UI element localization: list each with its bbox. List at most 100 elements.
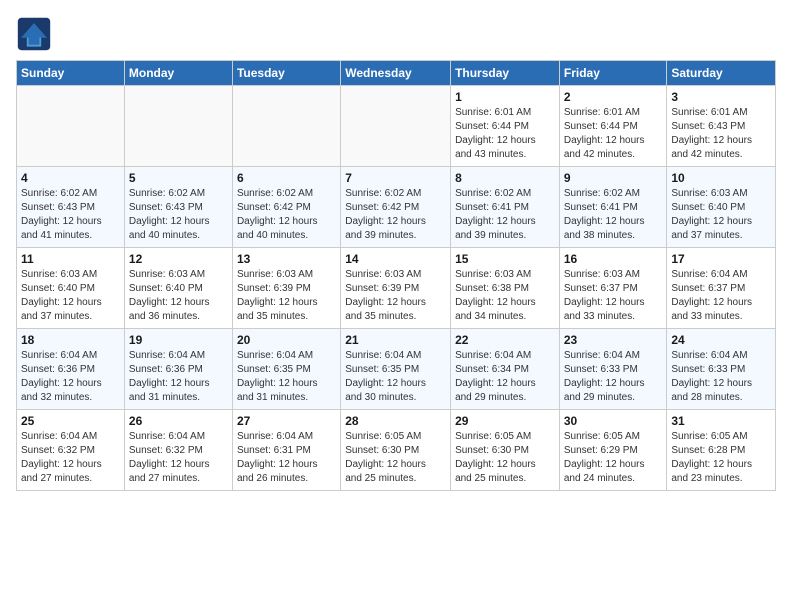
calendar-week-5: 25 Sunrise: 6:04 AM Sunset: 6:32 PM Dayli… <box>17 410 776 491</box>
calendar-cell: 2 Sunrise: 6:01 AM Sunset: 6:44 PM Daylig… <box>559 86 667 167</box>
calendar-cell: 9Sunrise: 6:02 AM Sunset: 6:41 PM Daylig… <box>559 167 667 248</box>
day-info: Sunrise: 6:05 AM Sunset: 6:30 PM Dayligh… <box>455 430 555 486</box>
day-info: Sunrise: 6:03 AM Sunset: 6:40 PM Dayligh… <box>129 268 228 324</box>
calendar-cell <box>341 86 451 167</box>
day-info: Sunrise: 6:01 AM Sunset: 6:44 PM Dayligh… <box>564 106 663 162</box>
calendar-cell: 16 Sunrise: 6:03 AM Sunset: 6:37 PM Dayli… <box>559 248 667 329</box>
day-number: 10 <box>671 171 771 185</box>
day-number: 20 <box>237 333 336 347</box>
calendar-header-row: SundayMondayTuesdayWednesdayThursdayFrid… <box>17 61 776 86</box>
calendar-cell: 25 Sunrise: 6:04 AM Sunset: 6:32 PM Dayli… <box>17 410 125 491</box>
day-number: 27 <box>237 414 336 428</box>
day-number: 3 <box>671 90 771 104</box>
calendar-cell: 13Sunrise: 6:03 AM Sunset: 6:39 PM Dayli… <box>232 248 340 329</box>
day-info: Sunrise: 6:03 AM Sunset: 6:39 PM Dayligh… <box>345 268 446 324</box>
day-info: Sunrise: 6:05 AM Sunset: 6:30 PM Dayligh… <box>345 430 446 486</box>
day-number: 26 <box>129 414 228 428</box>
day-info: Sunrise: 6:03 AM Sunset: 6:37 PM Dayligh… <box>564 268 663 324</box>
day-info: Sunrise: 6:03 AM Sunset: 6:40 PM Dayligh… <box>671 187 771 243</box>
calendar-cell: 11 Sunrise: 6:03 AM Sunset: 6:40 PM Dayli… <box>17 248 125 329</box>
day-number: 6 <box>237 171 336 185</box>
calendar-cell <box>124 86 232 167</box>
day-info: Sunrise: 6:02 AM Sunset: 6:43 PM Dayligh… <box>129 187 228 243</box>
day-info: Sunrise: 6:03 AM Sunset: 6:39 PM Dayligh… <box>237 268 336 324</box>
day-number: 5 <box>129 171 228 185</box>
calendar-cell: 18 Sunrise: 6:04 AM Sunset: 6:36 PM Dayli… <box>17 329 125 410</box>
weekday-header-sunday: Sunday <box>17 61 125 86</box>
calendar-week-3: 11 Sunrise: 6:03 AM Sunset: 6:40 PM Dayli… <box>17 248 776 329</box>
day-info: Sunrise: 6:02 AM Sunset: 6:41 PM Dayligh… <box>564 187 663 243</box>
calendar-week-4: 18 Sunrise: 6:04 AM Sunset: 6:36 PM Dayli… <box>17 329 776 410</box>
day-number: 22 <box>455 333 555 347</box>
calendar-cell: 19 Sunrise: 6:04 AM Sunset: 6:36 PM Dayli… <box>124 329 232 410</box>
calendar-cell: 23 Sunrise: 6:04 AM Sunset: 6:33 PM Dayli… <box>559 329 667 410</box>
day-number: 30 <box>564 414 663 428</box>
calendar-cell: 4Sunrise: 6:02 AM Sunset: 6:43 PM Daylig… <box>17 167 125 248</box>
day-info: Sunrise: 6:04 AM Sunset: 6:32 PM Dayligh… <box>129 430 228 486</box>
day-number: 29 <box>455 414 555 428</box>
calendar-cell: 5 Sunrise: 6:02 AM Sunset: 6:43 PM Daylig… <box>124 167 232 248</box>
calendar-cell: 10 Sunrise: 6:03 AM Sunset: 6:40 PM Dayli… <box>667 167 776 248</box>
day-number: 19 <box>129 333 228 347</box>
day-info: Sunrise: 6:04 AM Sunset: 6:34 PM Dayligh… <box>455 349 555 405</box>
calendar-cell <box>232 86 340 167</box>
calendar-cell: 1 Sunrise: 6:01 AM Sunset: 6:44 PM Daylig… <box>451 86 560 167</box>
day-info: Sunrise: 6:04 AM Sunset: 6:36 PM Dayligh… <box>129 349 228 405</box>
day-info: Sunrise: 6:04 AM Sunset: 6:33 PM Dayligh… <box>671 349 771 405</box>
calendar-cell <box>17 86 125 167</box>
weekday-header-thursday: Thursday <box>451 61 560 86</box>
day-info: Sunrise: 6:02 AM Sunset: 6:41 PM Dayligh… <box>455 187 555 243</box>
calendar-cell: 17 Sunrise: 6:04 AM Sunset: 6:37 PM Dayli… <box>667 248 776 329</box>
calendar-cell: 21 Sunrise: 6:04 AM Sunset: 6:35 PM Dayli… <box>341 329 451 410</box>
calendar-cell: 30 Sunrise: 6:05 AM Sunset: 6:29 PM Dayli… <box>559 410 667 491</box>
day-info: Sunrise: 6:05 AM Sunset: 6:28 PM Dayligh… <box>671 430 771 486</box>
day-number: 2 <box>564 90 663 104</box>
day-info: Sunrise: 6:04 AM Sunset: 6:31 PM Dayligh… <box>237 430 336 486</box>
day-info: Sunrise: 6:01 AM Sunset: 6:43 PM Dayligh… <box>671 106 771 162</box>
calendar-cell: 12 Sunrise: 6:03 AM Sunset: 6:40 PM Dayli… <box>124 248 232 329</box>
weekday-header-saturday: Saturday <box>667 61 776 86</box>
day-info: Sunrise: 6:05 AM Sunset: 6:29 PM Dayligh… <box>564 430 663 486</box>
day-info: Sunrise: 6:04 AM Sunset: 6:36 PM Dayligh… <box>21 349 120 405</box>
day-number: 23 <box>564 333 663 347</box>
calendar-cell: 8Sunrise: 6:02 AM Sunset: 6:41 PM Daylig… <box>451 167 560 248</box>
calendar-cell: 29 Sunrise: 6:05 AM Sunset: 6:30 PM Dayli… <box>451 410 560 491</box>
day-number: 11 <box>21 252 120 266</box>
calendar-cell: 26 Sunrise: 6:04 AM Sunset: 6:32 PM Dayli… <box>124 410 232 491</box>
weekday-header-friday: Friday <box>559 61 667 86</box>
day-number: 24 <box>671 333 771 347</box>
day-number: 16 <box>564 252 663 266</box>
day-info: Sunrise: 6:04 AM Sunset: 6:37 PM Dayligh… <box>671 268 771 324</box>
day-info: Sunrise: 6:03 AM Sunset: 6:40 PM Dayligh… <box>21 268 120 324</box>
weekday-header-wednesday: Wednesday <box>341 61 451 86</box>
day-number: 1 <box>455 90 555 104</box>
calendar-body: 1 Sunrise: 6:01 AM Sunset: 6:44 PM Daylig… <box>17 86 776 491</box>
calendar-cell: 3 Sunrise: 6:01 AM Sunset: 6:43 PM Daylig… <box>667 86 776 167</box>
day-info: Sunrise: 6:04 AM Sunset: 6:32 PM Dayligh… <box>21 430 120 486</box>
day-number: 12 <box>129 252 228 266</box>
calendar-cell: 14Sunrise: 6:03 AM Sunset: 6:39 PM Dayli… <box>341 248 451 329</box>
day-number: 7 <box>345 171 446 185</box>
calendar-cell: 6 Sunrise: 6:02 AM Sunset: 6:42 PM Daylig… <box>232 167 340 248</box>
calendar-cell: 15Sunrise: 6:03 AM Sunset: 6:38 PM Dayli… <box>451 248 560 329</box>
day-info: Sunrise: 6:04 AM Sunset: 6:33 PM Dayligh… <box>564 349 663 405</box>
day-number: 21 <box>345 333 446 347</box>
day-info: Sunrise: 6:01 AM Sunset: 6:44 PM Dayligh… <box>455 106 555 162</box>
calendar-cell: 24 Sunrise: 6:04 AM Sunset: 6:33 PM Dayli… <box>667 329 776 410</box>
day-number: 17 <box>671 252 771 266</box>
day-number: 28 <box>345 414 446 428</box>
calendar-cell: 28 Sunrise: 6:05 AM Sunset: 6:30 PM Dayli… <box>341 410 451 491</box>
calendar-cell: 27 Sunrise: 6:04 AM Sunset: 6:31 PM Dayli… <box>232 410 340 491</box>
logo <box>16 16 56 52</box>
page-header <box>16 16 776 52</box>
calendar-week-1: 1 Sunrise: 6:01 AM Sunset: 6:44 PM Daylig… <box>17 86 776 167</box>
day-number: 18 <box>21 333 120 347</box>
day-info: Sunrise: 6:02 AM Sunset: 6:42 PM Dayligh… <box>237 187 336 243</box>
day-info: Sunrise: 6:04 AM Sunset: 6:35 PM Dayligh… <box>345 349 446 405</box>
day-number: 4 <box>21 171 120 185</box>
day-info: Sunrise: 6:03 AM Sunset: 6:38 PM Dayligh… <box>455 268 555 324</box>
calendar-table: SundayMondayTuesdayWednesdayThursdayFrid… <box>16 60 776 491</box>
weekday-header-monday: Monday <box>124 61 232 86</box>
calendar-cell: 31Sunrise: 6:05 AM Sunset: 6:28 PM Dayli… <box>667 410 776 491</box>
day-number: 25 <box>21 414 120 428</box>
